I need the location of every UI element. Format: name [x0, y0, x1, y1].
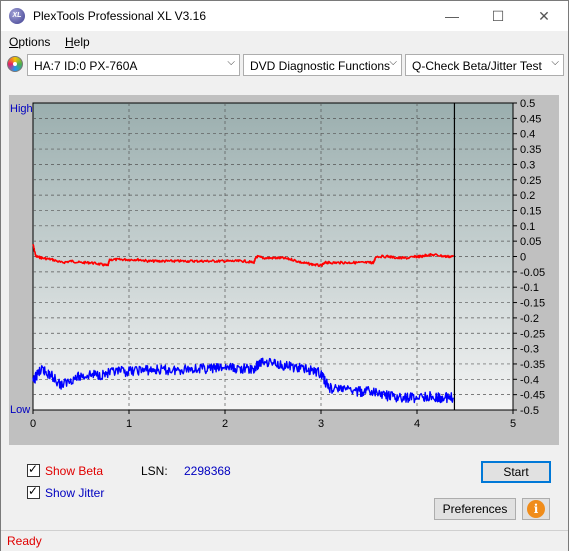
menu-options-mnemonic: O: [9, 35, 19, 49]
options-panel: Show Beta Show Jitter LSN: 2298368 Start…: [9, 453, 559, 525]
y-tick-label: -0.05: [520, 267, 545, 279]
y-tick-label: -0.45: [520, 390, 545, 402]
function-select-value: DVD Diagnostic Functions: [250, 59, 391, 73]
x-tick-label: 5: [510, 418, 516, 430]
x-tick-label: 0: [30, 418, 36, 430]
y-tick-label: -0.25: [520, 328, 545, 340]
y-tick-label: 0: [520, 252, 526, 264]
y-tick-label: -0.1: [520, 282, 539, 294]
drive-select-value: HA:7 ID:0 PX-760A: [34, 59, 138, 73]
title-bar: XL PlexTools Professional XL V3.16 — ☐ ✕: [1, 1, 568, 31]
y-tick-label: 0.45: [520, 113, 541, 125]
y-tick-label: -0.4: [520, 374, 539, 386]
y-tick-label: -0.15: [520, 298, 545, 310]
y-tick-label: -0.2: [520, 313, 539, 325]
preferences-button[interactable]: Preferences: [434, 498, 516, 520]
chevron-down-icon: ⌵: [551, 57, 559, 68]
info-button[interactable]: i: [522, 498, 550, 520]
drive-select[interactable]: HA:7 ID:0 PX-760A ⌵: [27, 54, 240, 76]
window-title: PlexTools Professional XL V3.16: [33, 9, 206, 23]
show-beta-checkbox[interactable]: [27, 462, 40, 477]
maximize-button[interactable]: ☐: [475, 1, 521, 31]
y-tick-label: 0.05: [520, 236, 541, 248]
toolbar: HA:7 ID:0 PX-760A ⌵ DVD Diagnostic Funct…: [1, 53, 568, 79]
function-select[interactable]: DVD Diagnostic Functions ⌵: [243, 54, 402, 76]
chevron-down-icon: ⌵: [389, 57, 397, 68]
plextools-logo-icon: XL: [9, 8, 25, 24]
y-tick-label: 0.2: [520, 190, 535, 202]
status-bar: Ready: [1, 530, 568, 551]
y-tick-label: 0.15: [520, 205, 541, 217]
y-tick-label: 0.4: [520, 129, 535, 141]
lsn-value: 2298368: [184, 464, 231, 478]
show-beta-label[interactable]: Show Beta: [45, 464, 103, 478]
menu-help-rest: elp: [73, 35, 90, 49]
show-jitter-checkbox[interactable]: [27, 484, 40, 499]
app-window: XL PlexTools Professional XL V3.16 — ☐ ✕…: [0, 0, 569, 551]
test-select-value: Q-Check Beta/Jitter Test: [412, 59, 542, 73]
y-tick-label: 0.1: [520, 221, 535, 233]
low-label: Low: [10, 404, 30, 416]
minimize-button[interactable]: —: [429, 1, 475, 31]
menu-help[interactable]: Help: [65, 35, 90, 49]
x-tick-label: 4: [414, 418, 420, 430]
test-select[interactable]: Q-Check Beta/Jitter Test ⌵: [405, 54, 564, 76]
high-label: High: [10, 103, 33, 115]
y-tick-label: 0.5: [520, 98, 535, 110]
y-tick-label: 0.35: [520, 144, 541, 156]
y-tick-label: -0.35: [520, 359, 545, 371]
show-jitter-label[interactable]: Show Jitter: [45, 486, 104, 500]
y-tick-label: 0.25: [520, 175, 541, 187]
disc-icon: [7, 56, 23, 72]
status-text: Ready: [7, 534, 42, 548]
x-tick-label: 1: [126, 418, 132, 430]
y-tick-label: -0.3: [520, 344, 539, 356]
menu-options[interactable]: Options: [9, 35, 50, 49]
menu-help-mnemonic: H: [65, 35, 74, 49]
x-tick-label: 3: [318, 418, 324, 430]
start-button[interactable]: Start: [481, 461, 551, 483]
y-tick-label: -0.5: [520, 405, 539, 417]
chart-panel: 0.5 0.45 0.4 0.35 0.3 0.25 0.2 0.15 0.1 0.05 0 -0.0…: [9, 95, 559, 445]
menu-options-rest: ptions: [18, 35, 51, 49]
close-button[interactable]: ✕: [521, 1, 567, 31]
lsn-label: LSN:: [141, 464, 168, 478]
chevron-down-icon: ⌵: [227, 57, 235, 68]
beta-jitter-chart: 0.5 0.45 0.4 0.35 0.3 0.25 0.2 0.15 0.1 0.05 0 -0.0…: [10, 98, 545, 430]
y-tick-label: 0.3: [520, 159, 535, 171]
x-tick-label: 2: [222, 418, 228, 430]
info-icon: i: [527, 500, 545, 518]
menu-bar: Options Help: [1, 32, 568, 52]
